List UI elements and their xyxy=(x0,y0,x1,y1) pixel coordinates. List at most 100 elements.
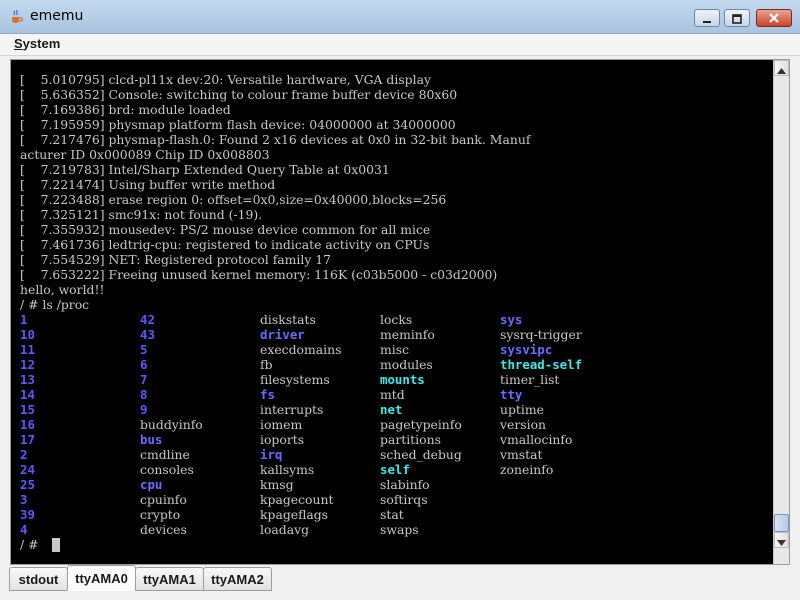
scroll-up-button[interactable] xyxy=(774,60,789,76)
menu-system-mnemonic: S xyxy=(14,36,23,51)
proc-entry: swaps xyxy=(380,522,419,537)
menu-system[interactable]: System xyxy=(14,36,60,51)
proc-entry: 9 xyxy=(140,402,148,417)
proc-entry: 4 xyxy=(20,522,28,537)
proc-entry: 7 xyxy=(140,372,148,387)
proc-entry: self xyxy=(380,462,410,477)
proc-entry: kpageflags xyxy=(260,507,329,522)
proc-entry: 1 xyxy=(20,312,28,327)
proc-entry: cpu xyxy=(140,477,163,492)
proc-entry: fb xyxy=(260,357,273,372)
close-button[interactable] xyxy=(756,9,792,27)
proc-entry: crypto xyxy=(140,507,181,522)
java-cup-icon xyxy=(8,9,24,25)
proc-entry: 13 xyxy=(20,372,35,387)
tab-ttyama1[interactable]: ttyAMA1 xyxy=(135,567,204,591)
proc-entry: cpuinfo xyxy=(140,492,187,507)
minimize-icon xyxy=(702,9,712,28)
terminal-line: [ 7.221474] Using buffer write method xyxy=(20,177,276,192)
proc-entry: modules xyxy=(380,357,433,372)
proc-entry: cmdline xyxy=(140,447,190,462)
proc-entry: 5 xyxy=(140,342,148,357)
proc-entry: uptime xyxy=(500,402,544,417)
terminal-line: [ 7.223488] erase region 0: offset=0x0,s… xyxy=(20,192,447,207)
scroll-down-button[interactable] xyxy=(774,532,789,548)
proc-entry: 12 xyxy=(20,357,35,372)
proc-entry: devices xyxy=(140,522,187,537)
close-icon xyxy=(768,9,780,28)
terminal-output[interactable]: [ 5.010795] clcd-pl11x dev:20: Versatile… xyxy=(11,60,773,564)
maximize-icon xyxy=(732,9,742,28)
terminal-line: [ 7.653222] Freeing unused kernel memory… xyxy=(20,267,498,282)
proc-entry: kmsg xyxy=(260,477,294,492)
terminal-line: / # ls /proc xyxy=(20,297,90,312)
tab-stdout[interactable]: stdout xyxy=(9,567,68,591)
proc-entry: locks xyxy=(380,312,413,327)
proc-entry: consoles xyxy=(140,462,194,477)
proc-entry: softirqs xyxy=(380,492,428,507)
proc-entry: 6 xyxy=(140,357,148,372)
proc-entry: irq xyxy=(260,447,283,462)
proc-entry: pagetypeinfo xyxy=(380,417,462,432)
proc-entry: buddyinfo xyxy=(140,417,203,432)
proc-entry: meminfo xyxy=(380,327,435,342)
tab-ttyama2[interactable]: ttyAMA2 xyxy=(203,567,272,591)
proc-entry: iomem xyxy=(260,417,303,432)
proc-entry: interrupts xyxy=(260,402,324,417)
proc-entry: 11 xyxy=(20,342,35,357)
proc-entry: 39 xyxy=(20,507,35,522)
terminal-frame: [ 5.010795] clcd-pl11x dev:20: Versatile… xyxy=(10,59,790,565)
proc-entry: stat xyxy=(380,507,404,522)
proc-entry: 3 xyxy=(20,492,28,507)
scrollbar-thumb[interactable] xyxy=(774,514,789,532)
proc-entry: 15 xyxy=(20,402,35,417)
proc-entry: zoneinfo xyxy=(500,462,554,477)
terminal-line: [ 7.195959] physmap platform flash devic… xyxy=(20,117,456,132)
vertical-scrollbar[interactable] xyxy=(773,60,789,564)
shell-prompt: / # xyxy=(20,537,43,552)
tab-strip: stdout ttyAMA0 ttyAMA1 ttyAMA2 xyxy=(0,565,800,600)
proc-entry: sysvipc xyxy=(500,342,553,357)
terminal-line: hello, world!! xyxy=(20,282,105,297)
minimize-button[interactable] xyxy=(694,9,720,27)
proc-entry: fs xyxy=(260,387,275,402)
proc-entry: version xyxy=(500,417,547,432)
proc-entry: ioports xyxy=(260,432,305,447)
proc-entry: 42 xyxy=(140,312,155,327)
window-title: ememu xyxy=(30,8,84,24)
proc-entry: thread-self xyxy=(500,357,583,372)
proc-entry: tty xyxy=(500,387,523,402)
proc-entry: partitions xyxy=(380,432,441,447)
proc-entry: kpagecount xyxy=(260,492,334,507)
proc-entry: vmstat xyxy=(500,447,543,462)
proc-entry: misc xyxy=(380,342,410,357)
title-bar[interactable]: ememu xyxy=(0,0,800,34)
maximize-button[interactable] xyxy=(724,9,750,27)
proc-entry: execdomains xyxy=(260,342,342,357)
terminal-line: [ 5.010795] clcd-pl11x dev:20: Versatile… xyxy=(20,72,431,87)
proc-entry: driver xyxy=(260,327,305,342)
proc-entry: net xyxy=(380,402,403,417)
proc-entry: mounts xyxy=(380,372,425,387)
proc-entry: filesystems xyxy=(260,372,330,387)
terminal-line: [ 7.461736] ledtrig-cpu: registered to i… xyxy=(20,237,430,252)
proc-entry: diskstats xyxy=(260,312,316,327)
tab-ttyama0[interactable]: ttyAMA0 xyxy=(67,565,136,591)
proc-entry: sys xyxy=(500,312,523,327)
terminal-line: acturer ID 0x000089 Chip ID 0x008803 xyxy=(20,147,270,162)
proc-entry: sysrq-trigger xyxy=(500,327,582,342)
terminal-line: [ 7.219783] Intel/Sharp Extended Query T… xyxy=(20,162,390,177)
terminal-line: [ 7.355932] mousedev: PS/2 mouse device … xyxy=(20,222,431,237)
menu-system-rest: ystem xyxy=(22,36,61,51)
proc-entry: sched_debug xyxy=(380,447,462,462)
terminal-line: [ 5.636352] Console: switching to colour… xyxy=(20,87,458,102)
proc-entry: 25 xyxy=(20,477,35,492)
proc-entry: mtd xyxy=(380,387,405,402)
terminal-line: [ 7.169386] brd: module loaded xyxy=(20,102,231,117)
proc-entry: timer_list xyxy=(500,372,560,387)
proc-entry: 10 xyxy=(20,327,35,342)
proc-entry: 8 xyxy=(140,387,148,402)
proc-entry: 43 xyxy=(140,327,155,342)
text-cursor xyxy=(52,538,60,552)
terminal-line: [ 7.325121] smc91x: not found (-19). xyxy=(20,207,263,222)
